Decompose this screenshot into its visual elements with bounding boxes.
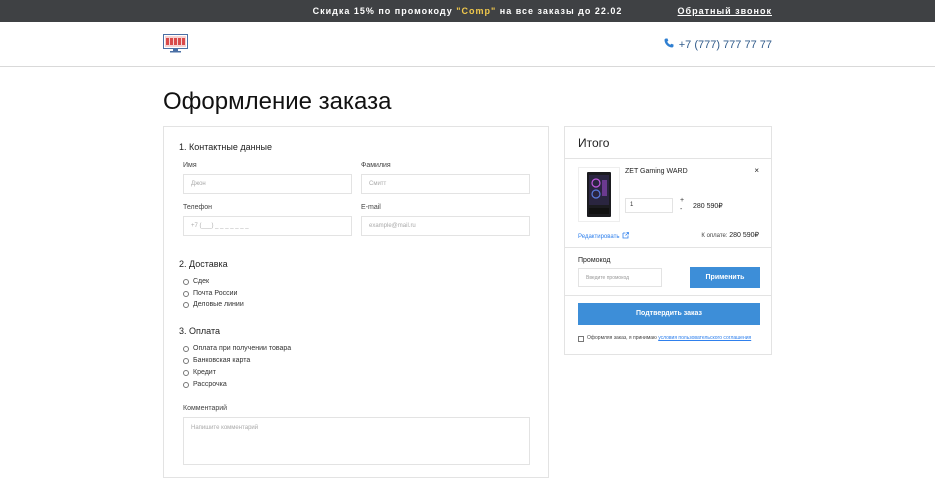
- to-pay-label: К оплате:: [701, 233, 728, 239]
- contacts-title: 1. Контактные данные: [179, 142, 273, 152]
- radio-icon: [183, 278, 189, 285]
- payment-option-label: Кредит: [193, 369, 216, 376]
- radio-icon: [183, 290, 189, 297]
- product-name[interactable]: ZET Gaming WARD: [625, 168, 688, 175]
- close-icon[interactable]: ×: [754, 166, 759, 175]
- radio-icon: [183, 301, 189, 308]
- divider: [565, 158, 771, 159]
- email-label: E-mail: [361, 204, 381, 211]
- order-summary: Итого ZET Gaming WARD × 1 + - 280 590₽ Р…: [564, 126, 772, 355]
- surname-label: Фамилия: [361, 162, 391, 169]
- phone-input[interactable]: +7 (___) _ _ _ _ _ _ _: [183, 216, 352, 236]
- phone-number: +7 (777) 777 77 77: [678, 38, 772, 51]
- to-pay-value: 280 590₽: [729, 232, 759, 239]
- agreement-link[interactable]: условия пользовательского соглашения: [658, 335, 751, 341]
- radio-icon: [183, 369, 189, 376]
- radio-icon: [183, 381, 189, 388]
- promo-code: "Comp": [456, 6, 497, 16]
- agreement-checkbox[interactable]: [578, 336, 584, 342]
- divider: [565, 247, 771, 248]
- delivery-option-cdek[interactable]: Сдек: [183, 278, 209, 285]
- surname-input[interactable]: Смитт: [361, 174, 530, 194]
- edit-label: Редактировать: [578, 233, 620, 240]
- delivery-option-label: Почта России: [193, 290, 238, 297]
- apply-promo-button[interactable]: Применить: [690, 267, 760, 288]
- callback-link[interactable]: Обратный звонок: [678, 6, 772, 16]
- payment-option-label: Рассрочка: [193, 381, 227, 388]
- divider: [565, 295, 771, 296]
- quantity-plus-button[interactable]: +: [680, 197, 684, 204]
- agreement: Оформляя заказ, я принимаю условия польз…: [578, 335, 763, 342]
- external-edit-icon: [622, 232, 630, 241]
- email-input[interactable]: example@mail.ru: [361, 216, 530, 236]
- comment-label: Комментарий: [183, 405, 228, 412]
- agreement-text: Оформляя заказ, я принимаю: [587, 335, 659, 341]
- payment-option-on-receipt[interactable]: Оплата при получении товара: [183, 345, 291, 352]
- page-title: Оформление заказа: [163, 88, 392, 115]
- checkout-form: 1. Контактные данные Имя Джон Фамилия См…: [163, 126, 549, 478]
- promo-label: Промокод: [578, 257, 611, 264]
- payment-title: 3. Оплата: [179, 326, 220, 336]
- radio-icon: [183, 345, 189, 352]
- name-label: Имя: [183, 162, 197, 169]
- quantity-minus-button[interactable]: -: [680, 206, 682, 213]
- summary-title: Итого: [578, 136, 610, 150]
- payment-option-installment[interactable]: Рассрочка: [183, 381, 227, 388]
- delivery-option-post[interactable]: Почта России: [183, 290, 237, 297]
- radio-icon: [183, 357, 189, 364]
- total-to-pay: К оплате: 280 590₽: [701, 231, 759, 239]
- delivery-title: 2. Доставка: [179, 259, 228, 269]
- product-image: [578, 167, 620, 222]
- phone-label: Телефон: [183, 204, 213, 211]
- promo-before: Скидка 15% по промокоду: [312, 6, 457, 16]
- payment-option-label: Банковская карта: [193, 357, 251, 364]
- delivery-option-business-lines[interactable]: Деловые линии: [183, 301, 244, 308]
- delivery-option-label: Сдек: [193, 278, 210, 285]
- payment-option-label: Оплата при получении товара: [193, 345, 292, 352]
- promo-input[interactable]: Введите промокод: [578, 268, 662, 287]
- comment-textarea[interactable]: Напишите комментарий: [183, 417, 530, 465]
- header-phone[interactable]: +7 (777) 777 77 77: [664, 38, 772, 51]
- delivery-option-label: Деловые линии: [193, 301, 244, 308]
- site-header: +7 (777) 777 77 77: [0, 22, 935, 67]
- edit-cart-link[interactable]: Редактировать: [578, 232, 630, 241]
- promo-text: Скидка 15% по промокоду "Comp" на все за…: [0, 6, 935, 16]
- product-price: 280 590₽: [693, 203, 723, 210]
- payment-option-credit[interactable]: Кредит: [183, 369, 216, 376]
- quantity-input[interactable]: 1: [625, 198, 673, 213]
- promo-after: на все заказы до 22.02: [496, 6, 623, 16]
- confirm-order-button[interactable]: Подтвердить заказ: [578, 303, 760, 325]
- name-input[interactable]: Джон: [183, 174, 352, 194]
- payment-option-card[interactable]: Банковская карта: [183, 357, 250, 364]
- monitor-logo-icon[interactable]: [163, 34, 188, 53]
- promo-topbar: Скидка 15% по промокоду "Comp" на все за…: [0, 0, 935, 22]
- phone-icon: [664, 38, 674, 51]
